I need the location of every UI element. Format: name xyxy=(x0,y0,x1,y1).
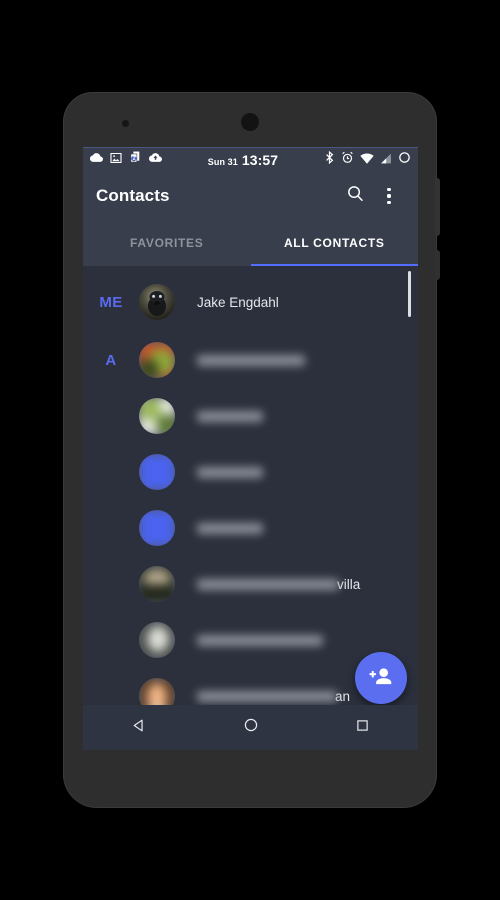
redacted-bar xyxy=(197,410,263,422)
contact-name-redacted xyxy=(197,521,263,536)
back-button[interactable] xyxy=(83,705,195,750)
status-clock: Sun 31 13:57 xyxy=(162,152,324,168)
redacted-bar xyxy=(197,634,323,646)
avatar xyxy=(139,454,175,490)
search-icon xyxy=(346,184,365,208)
tab-bar: FAVORITES ALL CONTACTS xyxy=(83,220,418,266)
list-item[interactable]: A xyxy=(83,332,418,388)
phone-screen: 2 Sun 31 13:57 Contacts FAVORITES ALL CO… xyxy=(83,147,418,750)
status-bar: 2 Sun 31 13:57 xyxy=(83,148,418,172)
status-time: 13:57 xyxy=(241,152,279,168)
documents-badge-count: 2 xyxy=(132,156,136,163)
screenshot-root: 2 Sun 31 13:57 Contacts FAVORITES ALL CO… xyxy=(0,0,500,900)
list-item[interactable]: villa xyxy=(83,556,418,612)
avatar xyxy=(139,398,175,434)
list-item[interactable] xyxy=(83,444,418,500)
volume-button[interactable] xyxy=(435,250,440,280)
proximity-sensor xyxy=(122,120,129,127)
tab-favorites-label: FAVORITES xyxy=(130,236,204,250)
cloud-upload-icon xyxy=(149,151,162,169)
home-button[interactable] xyxy=(195,705,307,750)
avatar xyxy=(139,510,175,546)
redacted-bar xyxy=(197,354,305,366)
list-item[interactable] xyxy=(83,500,418,556)
status-system-icons xyxy=(324,150,411,169)
avatar xyxy=(139,622,175,658)
wifi-icon xyxy=(360,151,374,169)
contact-name-redacted xyxy=(197,465,263,480)
cloud-icon xyxy=(90,151,103,169)
redacted-bar xyxy=(197,522,263,534)
contact-name-redacted xyxy=(197,633,323,648)
add-contact-fab[interactable] xyxy=(355,652,407,704)
contact-name-redacted: villa xyxy=(197,577,360,592)
contact-name-redacted xyxy=(197,353,305,368)
documents-badge-icon: 2 xyxy=(129,151,142,169)
square-icon xyxy=(355,718,370,738)
tab-all-contacts[interactable]: ALL CONTACTS xyxy=(250,220,418,266)
section-header-me: ME xyxy=(99,293,123,311)
avatar xyxy=(139,284,175,320)
section-header-a: A xyxy=(105,351,117,369)
search-button[interactable] xyxy=(338,177,372,215)
front-camera xyxy=(241,113,259,131)
cell-signal-icon xyxy=(380,151,392,169)
list-item[interactable] xyxy=(83,388,418,444)
triangle-left-icon xyxy=(130,717,147,739)
contact-name: Jake Engdahl xyxy=(197,294,279,310)
list-item[interactable]: ME Jake Engdahl xyxy=(83,274,418,330)
tab-favorites[interactable]: FAVORITES xyxy=(83,220,251,266)
status-notification-icons: 2 xyxy=(90,151,162,169)
contact-name-visible-tail: villa xyxy=(337,576,361,592)
redacted-bar xyxy=(197,466,263,478)
redacted-bar xyxy=(197,690,337,702)
alarm-icon xyxy=(341,151,354,169)
avatar xyxy=(139,566,175,602)
contact-name-redacted xyxy=(197,409,263,424)
power-button[interactable] xyxy=(435,178,440,236)
battery-icon xyxy=(398,151,411,169)
person-add-icon xyxy=(368,664,394,693)
more-vert-icon xyxy=(387,188,391,204)
circle-icon xyxy=(243,717,259,738)
contact-name-visible-tail: an xyxy=(335,688,351,704)
system-navigation-bar xyxy=(83,705,418,750)
bluetooth-icon xyxy=(324,150,335,169)
image-icon xyxy=(110,151,122,169)
redacted-bar xyxy=(197,578,339,590)
contact-name-redacted: an xyxy=(197,689,350,704)
overflow-menu-button[interactable] xyxy=(372,177,406,215)
page-title: Contacts xyxy=(96,186,170,205)
app-bar: Contacts xyxy=(83,172,418,220)
tab-all-contacts-label: ALL CONTACTS xyxy=(283,236,385,250)
avatar xyxy=(139,342,175,378)
status-date: Sun 31 xyxy=(207,157,238,167)
recents-button[interactable] xyxy=(306,705,418,750)
